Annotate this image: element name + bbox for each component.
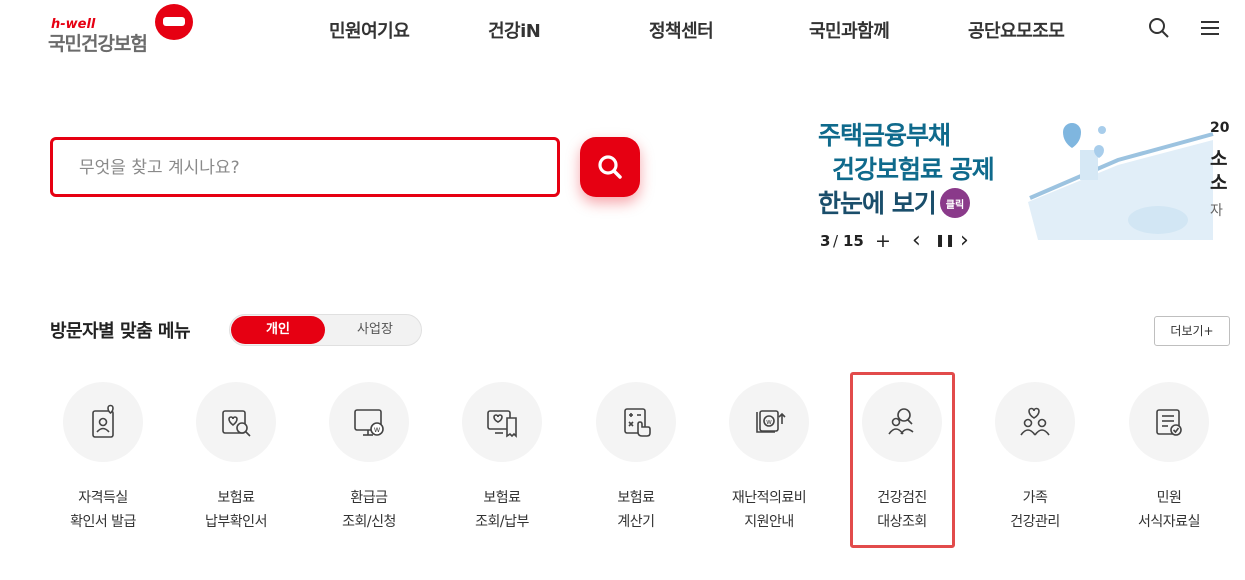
menu-item-refund[interactable]: w 환급금 조회/신청 <box>309 382 429 542</box>
menu-item-payment-certificate[interactable]: 보험료 납부확인서 <box>176 382 296 542</box>
menu-label: 보험료 계산기 <box>576 486 696 534</box>
menu-label-line1: 가족 <box>1022 490 1048 506</box>
monitor-won-icon: w <box>354 409 384 436</box>
nav-item-about[interactable]: 공단요모조모 <box>968 17 1065 43</box>
carousel-add-button[interactable]: + <box>875 230 891 252</box>
search-icon <box>598 155 622 179</box>
menu-item-family-health[interactable]: 가족 건강관리 <box>975 382 1095 542</box>
logo-mascot-icon <box>155 4 193 40</box>
logo-name-text: 국민건강보험 <box>48 33 148 55</box>
menu-item-forms[interactable]: 민원 서식자료실 <box>1109 382 1229 542</box>
visitor-type-toggle: 개인 사업장 <box>229 314 422 346</box>
banner-next-text-1: 소 <box>1210 148 1228 170</box>
carousel-total: 15 <box>843 232 864 250</box>
menu-icon-circle <box>63 382 143 462</box>
menu-label-line2: 확인서 발급 <box>70 514 136 530</box>
nav-item-minwon[interactable]: 민원여기요 <box>329 17 410 43</box>
carousel-pause-button[interactable]: ❚❚ <box>935 233 955 247</box>
menu-item-qualification[interactable]: 자격득실 확인서 발급 <box>43 382 163 542</box>
selection-highlight <box>850 372 955 548</box>
id-card-heart-icon <box>92 404 114 438</box>
won-card-icon: w <box>756 410 786 433</box>
form-check-icon <box>1156 409 1182 436</box>
menu-icon-circle: w <box>329 382 409 462</box>
menu-label-line2: 조회/신청 <box>342 514 396 530</box>
search-icon[interactable] <box>1147 16 1171 40</box>
site-header: h-well 국민건강보험 민원여기요 건강iN 정책센터 국민과함께 공단요모… <box>0 0 1245 62</box>
nav-item-with-people[interactable]: 국민과함께 <box>809 17 890 43</box>
menu-label: 보험료 납부확인서 <box>176 486 296 534</box>
menu-icon[interactable] <box>1198 16 1222 40</box>
nav-item-health-in[interactable]: 건강iN <box>488 17 541 43</box>
carousel-prev-button[interactable]: ‹ <box>912 228 921 253</box>
svg-text:w: w <box>374 425 381 434</box>
carousel-current: 3 <box>820 232 831 250</box>
menu-label-line1: 보험료 <box>617 490 655 506</box>
menu-label-line2: 건강관리 <box>1010 514 1060 530</box>
banner-next-text-2: 소 <box>1210 172 1228 194</box>
menu-item-premium-lookup[interactable]: 보험료 조회/납부 <box>442 382 562 542</box>
banner-next-year: 20 <box>1210 120 1230 136</box>
menu-label-line2: 조회/납부 <box>475 514 529 530</box>
receipt-monitor-icon <box>487 410 517 438</box>
menu-label: 자격득실 확인서 발급 <box>43 486 163 534</box>
menu-item-disaster-medical[interactable]: w 재난적의료비 지원안내 <box>709 382 829 542</box>
menu-label-line1: 보험료 <box>483 490 521 506</box>
carousel-next-button[interactable]: › <box>960 228 969 253</box>
menu-icon-circle <box>596 382 676 462</box>
menu-label-line1: 재난적의료비 <box>731 490 807 506</box>
family-heart-icon <box>1020 407 1050 436</box>
banner-click-badge: 클릭 <box>940 188 970 218</box>
search-button[interactable] <box>580 137 640 197</box>
menu-label: 보험료 조회/납부 <box>442 486 562 534</box>
menu-label: 가족 건강관리 <box>975 486 1095 534</box>
toggle-business[interactable]: 사업장 <box>330 316 420 344</box>
menu-label-line2: 납부확인서 <box>205 514 267 530</box>
menu-label-line1: 민원 <box>1156 490 1182 506</box>
menu-label: 환급금 조회/신청 <box>309 486 429 534</box>
search-input[interactable] <box>79 155 519 181</box>
carousel-separator: / <box>833 232 839 250</box>
calculator-icon <box>624 408 651 437</box>
menu-icon-circle: w <box>729 382 809 462</box>
toggle-personal[interactable]: 개인 <box>231 316 325 344</box>
promo-banner[interactable]: 주택금융부채 건강보험료 공제 한눈에 보기 클릭 20 소 소 자 <box>818 110 1245 240</box>
section-title: 방문자별 맞춤 메뉴 <box>50 321 191 342</box>
search-box <box>50 137 560 197</box>
banner-line-3: 한눈에 보기 <box>818 189 937 218</box>
banner-line-2: 건강보험료 공제 <box>832 155 995 184</box>
document-search-icon <box>222 410 251 437</box>
more-button[interactable]: 더보기+ <box>1154 316 1230 346</box>
menu-icon-circle <box>462 382 542 462</box>
site-logo[interactable]: h-well 국민건강보험 <box>48 4 198 56</box>
nav-item-policy[interactable]: 정책센터 <box>649 17 714 43</box>
menu-label-line2: 서식자료실 <box>1138 514 1200 530</box>
menu-icon-circle <box>196 382 276 462</box>
menu-icon-circle <box>1129 382 1209 462</box>
menu-label-line2: 지원안내 <box>744 514 794 530</box>
menu-label: 재난적의료비 지원안내 <box>709 486 829 534</box>
menu-label-line1: 보험료 <box>217 490 255 506</box>
banner-line-1: 주택금융부채 <box>818 121 951 150</box>
menu-label: 민원 서식자료실 <box>1109 486 1229 534</box>
menu-label-line2: 계산기 <box>617 514 655 530</box>
banner-next-text-3: 자 <box>1210 203 1223 219</box>
svg-text:w: w <box>766 418 772 426</box>
menu-label-line1: 자격득실 <box>78 490 128 506</box>
menu-label-line1: 환급금 <box>350 490 388 506</box>
menu-icon-circle <box>995 382 1075 462</box>
menu-item-calculator[interactable]: 보험료 계산기 <box>576 382 696 542</box>
